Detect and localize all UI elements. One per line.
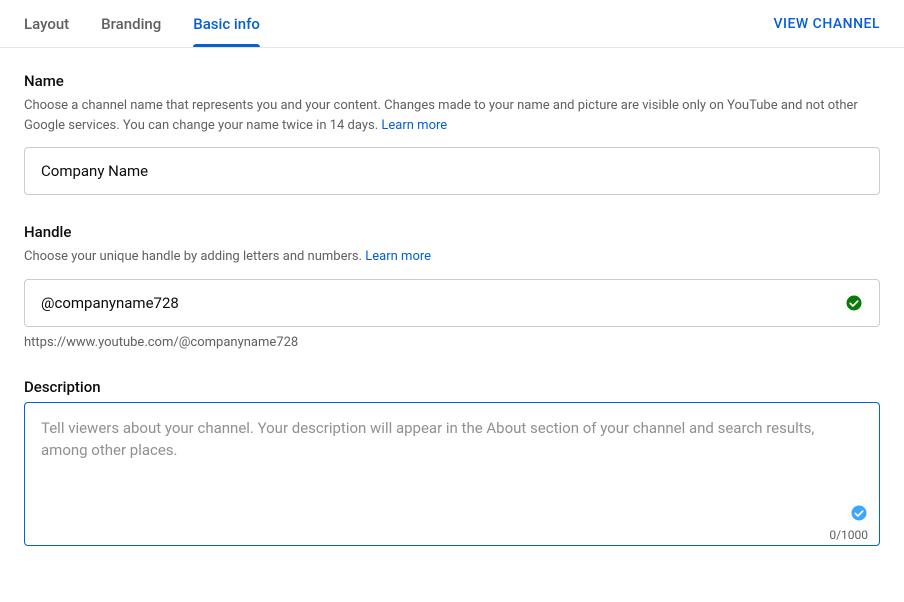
- name-input-box[interactable]: [24, 147, 880, 195]
- description-title: Description: [24, 378, 880, 396]
- handle-learn-more-link[interactable]: Learn more: [365, 249, 431, 264]
- tab-layout[interactable]: Layout: [24, 0, 69, 47]
- header-row: Layout Branding Basic info VIEW CHANNEL: [0, 0, 904, 48]
- handle-input[interactable]: [41, 294, 837, 312]
- check-circle-icon: [845, 294, 863, 312]
- tab-basic-info[interactable]: Basic info: [193, 0, 260, 47]
- handle-title: Handle: [24, 223, 880, 241]
- description-section: Description 0/1000: [24, 378, 880, 550]
- handle-url: https://www.youtube.com/@companyname728: [24, 335, 880, 350]
- name-learn-more-link[interactable]: Learn more: [381, 118, 447, 133]
- handle-input-box[interactable]: [24, 279, 880, 327]
- name-section: Name Choose a channel name that represen…: [24, 72, 880, 195]
- name-input[interactable]: [41, 162, 863, 180]
- name-title: Name: [24, 72, 880, 90]
- name-desc: Choose a channel name that represents yo…: [24, 96, 880, 135]
- content: Name Choose a channel name that represen…: [0, 48, 904, 602]
- tab-branding[interactable]: Branding: [101, 0, 161, 47]
- char-count: 0/1000: [829, 528, 868, 542]
- tabs: Layout Branding Basic info: [24, 0, 260, 47]
- description-textarea[interactable]: [24, 402, 880, 546]
- blue-check-icon: [850, 504, 868, 522]
- handle-section: Handle Choose your unique handle by addi…: [24, 223, 880, 350]
- handle-desc: Choose your unique handle by adding lett…: [24, 247, 880, 267]
- description-wrapper: 0/1000: [24, 402, 880, 550]
- view-channel-link[interactable]: VIEW CHANNEL: [773, 16, 880, 32]
- handle-desc-text: Choose your unique handle by adding lett…: [24, 249, 365, 264]
